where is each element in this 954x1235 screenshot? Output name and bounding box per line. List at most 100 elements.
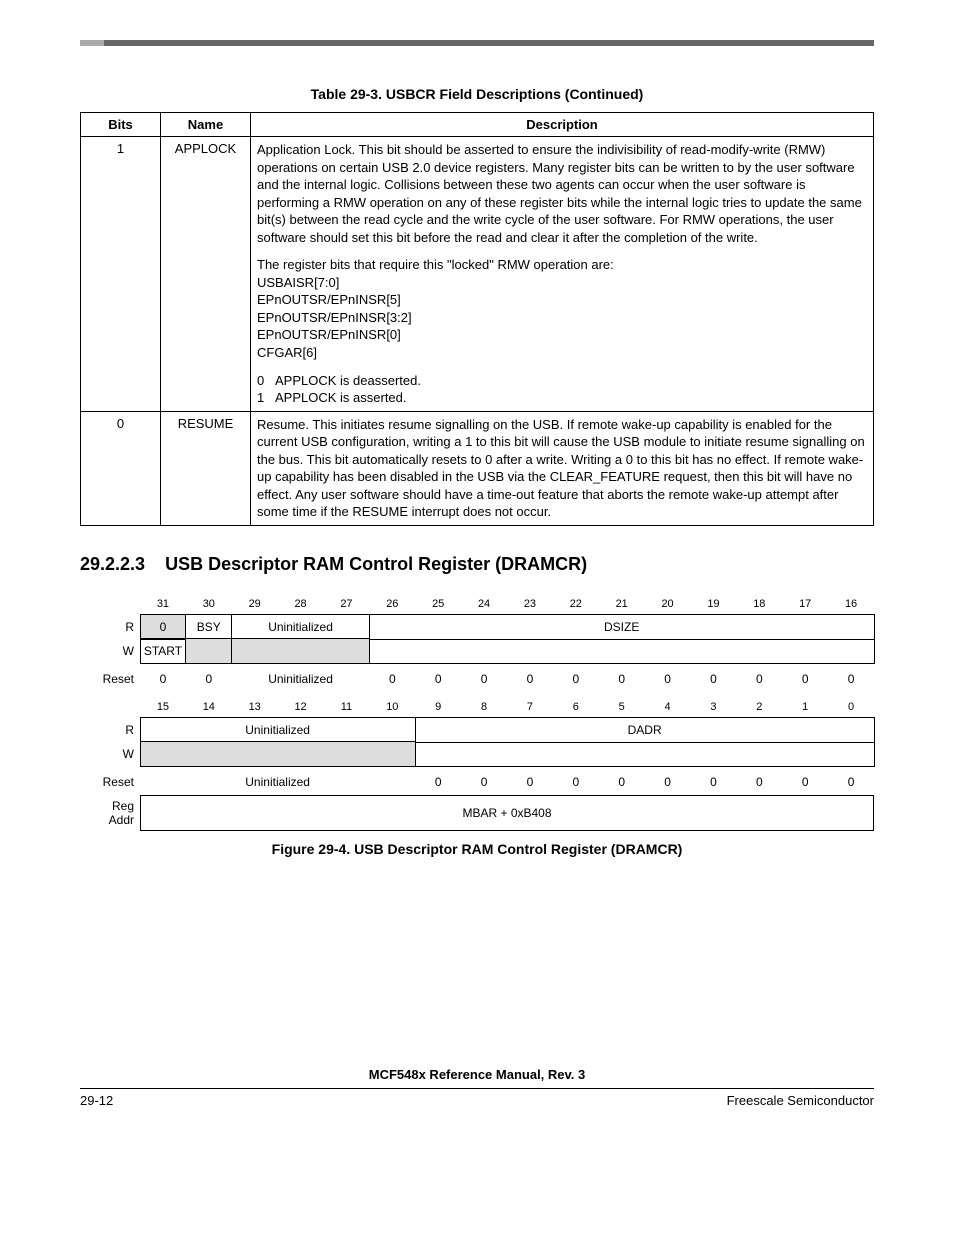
w-row-hi: W START bbox=[80, 639, 874, 664]
bitnum: 12 bbox=[278, 696, 324, 718]
desc-para: The register bits that require this "loc… bbox=[257, 256, 867, 274]
reset-val: 0 bbox=[599, 771, 645, 793]
reg-addr-cell: MBAR + 0xB408 bbox=[140, 795, 874, 831]
reset-row-lo: Reset Uninitialized 0 0 0 0 0 0 0 0 0 0 bbox=[80, 771, 874, 793]
reset-val: 0 bbox=[828, 771, 874, 793]
row-label-r: R bbox=[80, 718, 140, 743]
bitnum: 26 bbox=[369, 593, 415, 615]
bitnum: 27 bbox=[324, 593, 370, 615]
r-row-hi: R 0 BSY Uninitialized DSIZE bbox=[80, 615, 874, 640]
bitnum: 13 bbox=[232, 696, 278, 718]
table-title: Table 29-3. USBCR Field Descriptions (Co… bbox=[80, 86, 874, 102]
reset-row-hi: Reset 0 0 Uninitialized 0 0 0 0 0 0 0 0 … bbox=[80, 668, 874, 690]
reset-val: 0 bbox=[691, 771, 737, 793]
field-cell: BSY bbox=[185, 614, 232, 640]
bitnum: 1 bbox=[782, 696, 828, 718]
field-cell-ext bbox=[415, 741, 875, 767]
reset-val: 0 bbox=[415, 771, 461, 793]
bitnum: 2 bbox=[736, 696, 782, 718]
bitnum: 31 bbox=[140, 593, 186, 615]
cell-bits: 0 bbox=[81, 411, 161, 525]
bitnum: 24 bbox=[461, 593, 507, 615]
bitnum: 4 bbox=[645, 696, 691, 718]
footer-company: Freescale Semiconductor bbox=[727, 1093, 874, 1108]
page-number: 29-12 bbox=[80, 1093, 113, 1108]
reset-val: 0 bbox=[415, 668, 461, 690]
field-cell: DADR bbox=[415, 717, 875, 743]
w-row-lo: W bbox=[80, 742, 874, 767]
reset-val: 0 bbox=[553, 771, 599, 793]
desc-line: EPnOUTSR/EPnINSR[3:2] bbox=[257, 309, 867, 327]
enum-row: 0 APPLOCK is deasserted. bbox=[257, 372, 867, 390]
desc-line: EPnOUTSR/EPnINSR[5] bbox=[257, 291, 867, 309]
bitnum: 17 bbox=[782, 593, 828, 615]
reset-val: 0 bbox=[461, 668, 507, 690]
bitnum: 18 bbox=[736, 593, 782, 615]
reset-val: Uninitialized bbox=[140, 771, 415, 793]
bitnum: 22 bbox=[553, 593, 599, 615]
field-cell: 0 bbox=[140, 614, 187, 640]
row-label-w: W bbox=[80, 639, 140, 664]
reset-val: 0 bbox=[507, 668, 553, 690]
bitnum: 20 bbox=[645, 593, 691, 615]
bitnum: 10 bbox=[369, 696, 415, 718]
enum-val: APPLOCK is asserted. bbox=[275, 389, 407, 407]
reset-val: 0 bbox=[186, 668, 232, 690]
row-label-reset: Reset bbox=[80, 668, 140, 690]
enum-row: 1 APPLOCK is asserted. bbox=[257, 389, 867, 407]
reset-val: 0 bbox=[461, 771, 507, 793]
page-footer: MCF548x Reference Manual, Rev. 3 29-12 F… bbox=[80, 1067, 874, 1108]
bitnum: 21 bbox=[599, 593, 645, 615]
section-title: USB Descriptor RAM Control Register (DRA… bbox=[165, 554, 587, 574]
enum-key: 0 bbox=[257, 372, 275, 390]
reset-val: 0 bbox=[782, 771, 828, 793]
bitnum: 19 bbox=[691, 593, 737, 615]
field-cell bbox=[140, 741, 416, 767]
bitnum: 14 bbox=[186, 696, 232, 718]
desc-para: Application Lock. This bit should be ass… bbox=[257, 141, 867, 246]
reset-val: 0 bbox=[507, 771, 553, 793]
desc-para: Resume. This initiates resume signalling… bbox=[257, 416, 867, 521]
bitnum: 6 bbox=[553, 696, 599, 718]
col-name: Name bbox=[161, 113, 251, 137]
bit-numbers-hi: 31 30 29 28 27 26 25 24 23 22 21 20 19 1… bbox=[80, 593, 874, 615]
table-header-row: Bits Name Description bbox=[81, 113, 874, 137]
r-row-lo: R Uninitialized DADR bbox=[80, 718, 874, 743]
reset-val: 0 bbox=[645, 668, 691, 690]
field-cell bbox=[231, 638, 370, 664]
bitnum: 9 bbox=[415, 696, 461, 718]
page: Table 29-3. USBCR Field Descriptions (Co… bbox=[0, 0, 954, 1138]
bitnum: 7 bbox=[507, 696, 553, 718]
cell-desc: Resume. This initiates resume signalling… bbox=[251, 411, 874, 525]
field-cell: START bbox=[140, 638, 187, 664]
bit-numbers-lo: 15 14 13 12 11 10 9 8 7 6 5 4 3 2 1 0 bbox=[80, 696, 874, 718]
field-cell bbox=[185, 638, 232, 664]
reset-val: 0 bbox=[691, 668, 737, 690]
cell-desc: Application Lock. This bit should be ass… bbox=[251, 137, 874, 412]
bitnum: 30 bbox=[186, 593, 232, 615]
desc-line: USBAISR[7:0] bbox=[257, 274, 867, 292]
field-cell-ext bbox=[369, 638, 875, 664]
bitnum: 3 bbox=[691, 696, 737, 718]
field-cell: DSIZE bbox=[369, 614, 875, 640]
field-cell: Uninitialized bbox=[231, 614, 370, 640]
field-cell: Uninitialized bbox=[140, 717, 416, 743]
row-label-regaddr: Reg Addr bbox=[80, 795, 140, 831]
cell-name: APPLOCK bbox=[161, 137, 251, 412]
row-label-reset: Reset bbox=[80, 771, 140, 793]
col-bits: Bits bbox=[81, 113, 161, 137]
bitnum: 5 bbox=[599, 696, 645, 718]
bitnum: 11 bbox=[324, 696, 370, 718]
table-row: 0 RESUME Resume. This initiates resume s… bbox=[81, 411, 874, 525]
reset-val: 0 bbox=[736, 771, 782, 793]
bitnum: 23 bbox=[507, 593, 553, 615]
desc-line: EPnOUTSR/EPnINSR[0] bbox=[257, 326, 867, 344]
section-heading: 29.2.2.3 USB Descriptor RAM Control Regi… bbox=[80, 554, 874, 575]
reset-val: 0 bbox=[369, 668, 415, 690]
bitnum: 0 bbox=[828, 696, 874, 718]
reset-val: 0 bbox=[140, 668, 186, 690]
bitnum: 16 bbox=[828, 593, 874, 615]
register-diagram: 31 30 29 28 27 26 25 24 23 22 21 20 19 1… bbox=[80, 593, 874, 857]
row-label-r: R bbox=[80, 615, 140, 640]
figure-caption: Figure 29-4. USB Descriptor RAM Control … bbox=[80, 841, 874, 857]
